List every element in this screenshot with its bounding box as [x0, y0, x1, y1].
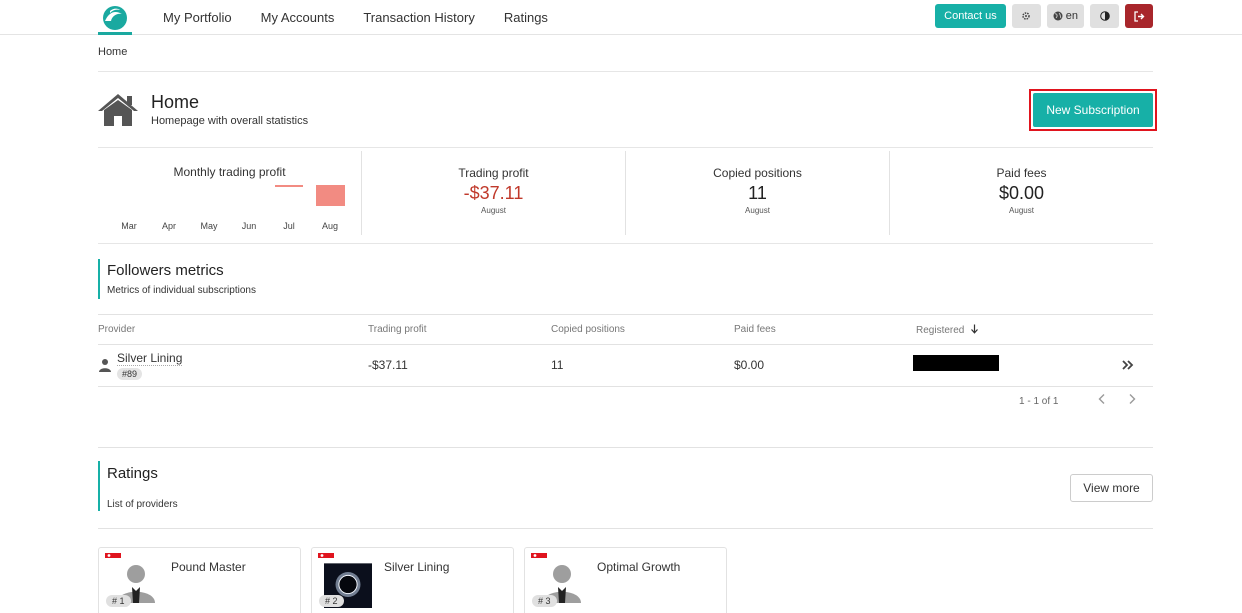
ratings-section-subtitle: List of providers [107, 499, 178, 510]
rank-badge: # 3 [532, 595, 557, 607]
column-header-paid-fees[interactable]: Paid fees [734, 324, 776, 335]
logout-button[interactable] [1125, 4, 1153, 28]
column-header-copied-positions[interactable]: Copied positions [551, 324, 625, 335]
new-subscription-button[interactable]: New Subscription [1033, 93, 1153, 127]
view-more-button[interactable]: View more [1070, 474, 1153, 502]
provider-id-badge: #89 [117, 368, 143, 380]
stat-value: $0.00 [998, 183, 1045, 203]
new-subscription-highlight: New Subscription [1029, 89, 1157, 131]
divider [98, 344, 1153, 345]
section-accent-bar [98, 461, 100, 511]
ratings-section-title: Ratings [107, 465, 158, 482]
chart-month-label: Jul [283, 221, 295, 231]
section-accent-bar [98, 259, 100, 299]
contact-us-button[interactable]: Contact us [935, 4, 1006, 28]
rank-badge: # 1 [106, 595, 131, 607]
divider [98, 314, 1153, 315]
stat-paid-fees: Paid fees $0.00 August [890, 166, 1153, 215]
nav-actions: Contact us en [935, 4, 1153, 28]
stat-period: August [1009, 206, 1034, 215]
stat-label: Trading profit [458, 166, 529, 180]
chart-month-label: May [200, 221, 218, 231]
main-nav: My Portfolio My Accounts Transaction His… [163, 0, 577, 34]
chart-month-label: Aug [322, 221, 338, 231]
home-icon [98, 94, 138, 126]
top-navbar: My Portfolio My Accounts Transaction His… [0, 0, 1242, 35]
gear-icon [1022, 12, 1030, 20]
active-indicator [98, 32, 132, 35]
rank-badge: # 2 [319, 595, 344, 607]
provider-name[interactable]: Optimal Growth [597, 560, 680, 574]
provider-card[interactable]: # 3 Optimal Growth [524, 547, 727, 613]
pagination-range: 1 - 1 of 1 [1019, 396, 1059, 407]
provider-card[interactable]: # 1 Pound Master [98, 547, 301, 613]
nav-my-portfolio[interactable]: My Portfolio [163, 10, 232, 25]
divider [98, 243, 1153, 244]
chevron-right-icon[interactable] [1127, 393, 1137, 405]
chart-month-label: Jun [242, 221, 257, 231]
chart-bar-aug [316, 185, 345, 206]
provider-name[interactable]: Pound Master [171, 560, 246, 574]
stat-period: August [481, 206, 506, 215]
followers-section-subtitle: Metrics of individual subscriptions [107, 285, 256, 296]
divider [98, 386, 1153, 387]
chart-month-label: Mar [121, 221, 137, 231]
nav-transaction-history[interactable]: Transaction History [363, 10, 475, 25]
provider-card[interactable]: # 2 Silver Lining [311, 547, 514, 613]
divider [98, 447, 1153, 448]
cell-copied-positions: 11 [551, 358, 564, 372]
chevron-left-icon[interactable] [1097, 393, 1107, 405]
theme-toggle-button[interactable] [1090, 4, 1119, 28]
divider [98, 71, 1153, 72]
settings-button[interactable] [1011, 4, 1041, 28]
chevrons-right-icon[interactable] [1121, 359, 1135, 371]
followers-section-title: Followers metrics [107, 262, 224, 279]
stat-trading-profit: Trading profit -$37.11 August [362, 166, 625, 215]
column-header-label: Registered [916, 325, 965, 336]
nav-ratings[interactable]: Ratings [504, 10, 548, 25]
stat-label: Copied positions [713, 166, 802, 180]
nav-my-accounts[interactable]: My Accounts [261, 10, 335, 25]
sort-desc-icon [971, 324, 979, 334]
column-header-provider[interactable]: Provider [98, 324, 135, 335]
logo-icon[interactable] [100, 4, 130, 32]
redacted-registered-date [913, 355, 999, 371]
divider [98, 147, 1153, 148]
provider-name-link[interactable]: Silver Lining [117, 351, 183, 366]
stat-label: Paid fees [996, 166, 1047, 180]
stat-value: 11 [748, 183, 767, 203]
cell-paid-fees: $0.00 [734, 358, 765, 372]
chart-month-label: Apr [162, 221, 176, 231]
language-button[interactable]: en [1046, 4, 1084, 28]
divider [98, 528, 1153, 529]
stat-value: -$37.11 [463, 183, 524, 203]
stat-period: August [745, 206, 770, 215]
column-header-registered[interactable]: Registered [916, 324, 979, 336]
chart-bar-jul [275, 185, 303, 187]
stat-copied-positions: Copied positions 11 August [626, 166, 889, 215]
provider-name[interactable]: Silver Lining [384, 560, 449, 574]
user-icon [99, 359, 111, 372]
logout-icon [1133, 10, 1144, 22]
contrast-icon [1099, 11, 1110, 21]
column-header-trading-profit[interactable]: Trading profit [368, 324, 427, 335]
cell-trading-profit: -$37.11 [368, 358, 408, 372]
breadcrumb[interactable]: Home [98, 46, 127, 58]
page-title: Home [151, 92, 200, 112]
language-label: en [1065, 10, 1078, 22]
chart-title: Monthly trading profit [173, 165, 286, 179]
monthly-profit-chart: Mar Apr May Jun Jul Aug [121, 185, 345, 231]
globe-icon [1053, 11, 1063, 21]
page-subtitle: Homepage with overall statistics [151, 115, 309, 127]
